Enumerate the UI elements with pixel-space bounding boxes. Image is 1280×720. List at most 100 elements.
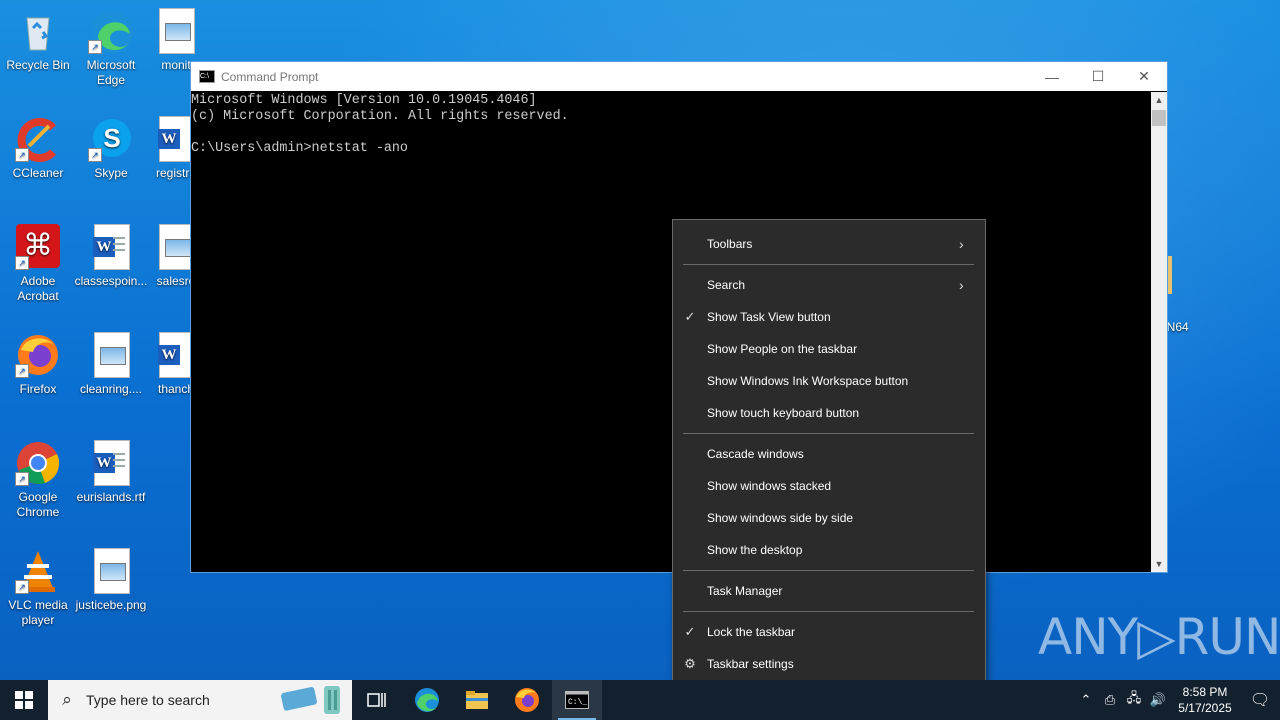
desktop-icon-justicebe[interactable]: justicebe.png <box>73 548 149 613</box>
menu-item-show-windows-ink[interactable]: Show Windows Ink Workspace button <box>673 366 985 396</box>
desktop-icon-label: Microsoft Edge <box>86 58 136 87</box>
menu-separator <box>683 433 974 434</box>
vlc-icon: ↗ <box>15 548 61 594</box>
svg-text:S: S <box>103 123 120 153</box>
desktop-icon-label: thanch <box>157 382 195 396</box>
clock-time: 8:58 PM <box>1182 685 1228 699</box>
window-title: Command Prompt <box>221 69 319 84</box>
svg-text:C:\_: C:\_ <box>568 698 587 707</box>
search-icon: ⌕ <box>62 690 72 709</box>
desktop-icon-skype[interactable]: S ↗ Skype <box>73 116 149 181</box>
console-output[interactable]: Microsoft Windows [Version 10.0.19045.40… <box>191 92 1151 573</box>
task-view-icon <box>367 693 386 707</box>
desktop-icon-classespoin[interactable]: W classespoin... <box>73 224 149 289</box>
acrobat-icon: ⌘ ↗ <box>15 224 61 270</box>
word-document-icon: W <box>88 224 134 270</box>
console-line: C:\Users\admin>netstat -ano <box>191 141 408 156</box>
shortcut-arrow-icon: ↗ <box>15 364 29 378</box>
desktop-icon-recycle-bin[interactable]: Recycle Bin <box>0 8 76 73</box>
shortcut-arrow-icon: ↗ <box>15 256 29 270</box>
desktop-icon-cleanring[interactable]: cleanring.... <box>73 332 149 397</box>
windows-logo-icon <box>15 691 33 709</box>
scroll-up-icon[interactable]: ▲ <box>1151 92 1167 108</box>
taskbar-app-firefox[interactable] <box>502 680 552 720</box>
menu-item-taskbar-settings[interactable]: ⚙ Taskbar settings <box>673 649 985 679</box>
skype-icon: S ↗ <box>88 116 134 162</box>
taskbar-app-command-prompt[interactable]: C:\_ <box>552 680 602 720</box>
image-file-icon <box>153 8 199 54</box>
shortcut-arrow-icon: ↗ <box>15 472 29 486</box>
show-hidden-icons-chevron-up-icon[interactable]: ⌃ <box>1074 692 1098 708</box>
menu-item-task-manager[interactable]: Task Manager <box>673 576 985 606</box>
ccleaner-icon: ↗ <box>15 116 61 162</box>
clock[interactable]: 8:58 PM 5/17/2025 <box>1170 684 1240 716</box>
menu-item-toolbars[interactable]: Toolbars › <box>673 229 985 259</box>
start-button[interactable] <box>0 680 48 720</box>
vertical-scrollbar[interactable]: ▲ ▼ <box>1151 92 1167 572</box>
console-line: Microsoft Windows [Version 10.0.19045.40… <box>191 93 537 108</box>
menu-item-show-desktop[interactable]: Show the desktop <box>673 535 985 565</box>
edge-icon: ↗ <box>88 8 134 54</box>
desktop-icon-label: cleanring.... <box>79 382 143 396</box>
device-icon[interactable]: ⎙ <box>1098 692 1122 708</box>
title-bar[interactable]: C:\ Command Prompt — ☐ ✕ <box>191 62 1167 91</box>
image-file-icon <box>88 332 134 378</box>
menu-item-show-task-view[interactable]: ✓ Show Task View button <box>673 302 985 332</box>
minimize-button[interactable]: — <box>1029 62 1075 91</box>
menu-item-label: Toolbars <box>707 237 753 251</box>
scroll-thumb[interactable] <box>1152 110 1166 126</box>
desktop-icon-adobe-acrobat[interactable]: ⌘ ↗ Adobe Acrobat <box>0 224 76 304</box>
desktop-icon-ccleaner[interactable]: ↗ CCleaner <box>0 116 76 181</box>
clock-date: 5/17/2025 <box>1178 701 1232 715</box>
cmd-icon: C:\_ <box>565 691 589 709</box>
task-view-button[interactable] <box>352 680 402 720</box>
desktop-icon-label: VLC media player <box>8 598 68 627</box>
desktop-icon-label: Adobe Acrobat <box>17 274 59 303</box>
taskbar[interactable]: ⌕ Type here to search C:\_ ⌃ ⎙ 🖧 🔊 8:58 … <box>0 680 1280 720</box>
taskbar-app-edge[interactable] <box>402 680 452 720</box>
menu-item-show-touch-keyboard[interactable]: Show touch keyboard button <box>673 398 985 428</box>
desktop-icon-label: CCleaner <box>12 166 64 180</box>
menu-item-label: Taskbar settings <box>707 657 794 671</box>
word-document-icon: W <box>88 440 134 486</box>
shortcut-arrow-icon: ↗ <box>15 580 29 594</box>
menu-item-label: Show People on the taskbar <box>707 342 858 356</box>
taskbar-search-box[interactable]: ⌕ Type here to search <box>48 680 352 720</box>
menu-item-show-windows-stacked[interactable]: Show windows stacked <box>673 471 985 501</box>
chevron-right-icon: › <box>959 236 964 252</box>
image-file-icon <box>88 548 134 594</box>
desktop-icon-vlc[interactable]: ↗ VLC media player <box>0 548 76 628</box>
console-line: (c) Microsoft Corporation. All rights re… <box>191 109 569 124</box>
menu-item-search[interactable]: Search › <box>673 270 985 300</box>
menu-item-label: Show the desktop <box>707 543 803 557</box>
network-icon[interactable]: 🖧 <box>1122 689 1146 711</box>
menu-item-show-people[interactable]: Show People on the taskbar <box>673 334 985 364</box>
scroll-down-icon[interactable]: ▼ <box>1151 556 1167 572</box>
menu-item-lock-taskbar[interactable]: ✓ Lock the taskbar <box>673 617 985 647</box>
menu-item-label: Show Windows Ink Workspace button <box>707 374 909 388</box>
desktop-icon-firefox[interactable]: ↗ Firefox <box>0 332 76 397</box>
maximize-button[interactable]: ☐ <box>1075 62 1121 91</box>
menu-item-label: Search <box>707 278 746 292</box>
desktop-icon-microsoft-edge[interactable]: ↗ Microsoft Edge <box>73 8 149 88</box>
menu-item-label: Show Task View button <box>707 310 831 324</box>
desktop-icon-label: Recycle Bin <box>6 58 70 72</box>
edge-icon <box>415 688 439 712</box>
shortcut-arrow-icon: ↗ <box>15 148 29 162</box>
desktop-icon-label: monit <box>161 58 191 72</box>
desktop-icon-eurislands[interactable]: W eurislands.rtf <box>73 440 149 505</box>
search-placeholder: Type here to search <box>86 692 210 708</box>
close-button[interactable]: ✕ <box>1121 62 1167 91</box>
desktop-icon-google-chrome[interactable]: ↗ Google Chrome <box>0 440 76 520</box>
notification-center-icon[interactable]: 🗨 <box>1240 690 1280 710</box>
menu-item-cascade-windows[interactable]: Cascade windows <box>673 439 985 469</box>
taskbar-app-file-explorer[interactable] <box>452 680 502 720</box>
menu-item-show-windows-side-by-side[interactable]: Show windows side by side <box>673 503 985 533</box>
cmd-icon: C:\ <box>199 70 215 83</box>
menu-item-label: Cascade windows <box>707 447 804 461</box>
system-tray: ⌃ ⎙ 🖧 🔊 8:58 PM 5/17/2025 🗨 <box>1074 680 1280 720</box>
volume-icon[interactable]: 🔊 <box>1146 692 1170 708</box>
firefox-icon: ↗ <box>15 332 61 378</box>
menu-separator <box>683 264 974 265</box>
